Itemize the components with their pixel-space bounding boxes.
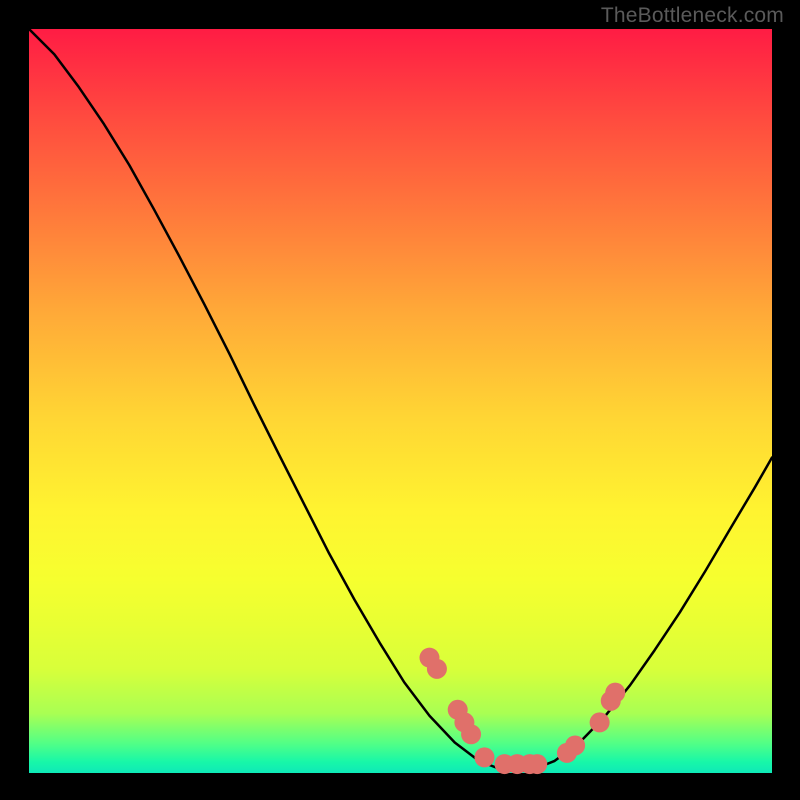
attribution-label: TheBottleneck.com <box>601 4 784 28</box>
data-marker <box>527 754 547 774</box>
chart-svg <box>29 29 772 773</box>
chart-frame: TheBottleneck.com <box>0 0 800 800</box>
data-marker <box>474 747 494 767</box>
data-marker <box>590 712 610 732</box>
bottleneck-curve <box>29 29 772 771</box>
data-marker <box>605 683 625 703</box>
data-marker <box>565 735 585 755</box>
curve-layer <box>29 29 772 771</box>
marker-layer <box>419 648 625 774</box>
data-marker <box>427 659 447 679</box>
data-marker <box>461 724 481 744</box>
